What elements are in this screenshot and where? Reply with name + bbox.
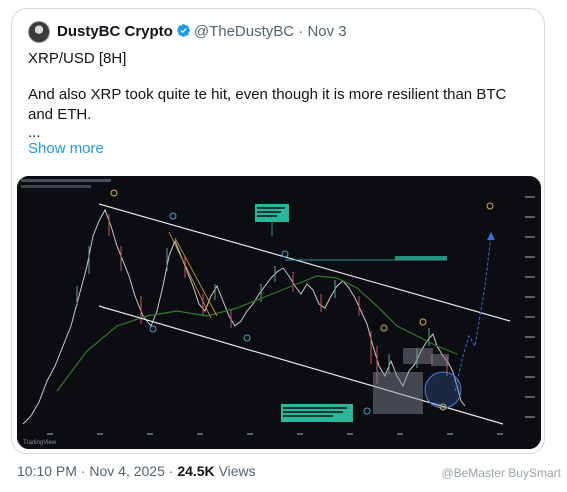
watermark: @BeMaster BuySmart [441,466,561,480]
views-count: 24.5K [177,463,215,479]
tradingview-logo: TradingView [23,440,57,446]
author-name[interactable]: DustyBC Crypto [57,23,173,40]
consolidation-box-3 [431,354,449,366]
tweet-timestamp[interactable]: 10:10 PM · Nov 4, 2025 · [17,463,173,479]
author-handle[interactable]: @TheDustyBC [194,23,294,40]
verified-badge-icon [176,24,190,37]
tweet-pair: XRP/USD [8H] [28,50,127,67]
tweet-header: DustyBC Crypto @TheDustyBC · Nov 3 [57,22,347,42]
show-more-link[interactable]: Show more [28,140,104,157]
tweet-card[interactable]: DustyBC Crypto @TheDustyBC · Nov 3 XRP/US… [11,8,545,454]
consolidation-box-2 [403,348,433,364]
tweet-body: And also XRP took quite te hit, even tho… [28,86,507,123]
callout-right [395,256,447,260]
consolidation-box-1 [373,372,423,414]
tweet-footer: 10:10 PM · Nov 4, 2025 · 24.5K Views [17,463,256,479]
xrp-chart-graphic: TradingView [17,176,541,449]
chart-info-bar [21,179,111,182]
header-separator: · [298,23,304,40]
views-label: Views [218,463,256,479]
avatar[interactable] [28,21,50,43]
chart-image[interactable]: TradingView [17,176,541,449]
tweet-date[interactable]: Nov 3 [307,23,346,40]
